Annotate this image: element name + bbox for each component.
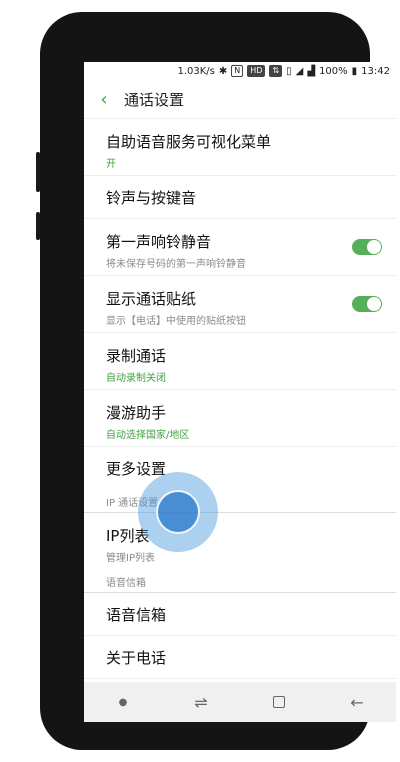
setting-ivr-menu[interactable]: 自助语音服务可视化菜单 开 bbox=[84, 119, 396, 176]
setting-subtitle: 将未保存号码的第一声响铃静音 bbox=[106, 259, 246, 270]
section-header-voicemail: 语音信箱 bbox=[84, 570, 396, 593]
bluetooth-icon: ✱ bbox=[218, 65, 228, 77]
vibrate-icon: ▯ bbox=[286, 65, 292, 77]
setting-title: 漫游助手 bbox=[106, 404, 167, 422]
toggle-knob bbox=[367, 240, 381, 254]
battery-percent: 100% bbox=[319, 65, 348, 77]
setting-title: 更多设置 bbox=[106, 460, 167, 478]
setting-mute-first-ring[interactable]: 第一声响铃静音 将未保存号码的第一声响铃静音 bbox=[84, 219, 396, 276]
setting-subtitle: 自动录制关闭 bbox=[106, 373, 166, 384]
setting-subtitle: 显示【电话】中使用的贴纸按钮 bbox=[106, 316, 246, 327]
setting-subtitle: 管理IP列表 bbox=[106, 553, 155, 564]
clock: 13:42 bbox=[361, 65, 390, 77]
tap-indicator bbox=[138, 472, 218, 552]
dot-icon[interactable]: ● bbox=[103, 697, 143, 708]
nfc-icon: N bbox=[231, 65, 244, 77]
setting-call-stickers[interactable]: 显示通话贴纸 显示【电话】中使用的贴纸按钮 bbox=[84, 276, 396, 333]
setting-ringtones[interactable]: 铃声与按键音 bbox=[84, 176, 396, 219]
network-speed: 1.03K/s bbox=[177, 65, 215, 77]
back-icon[interactable]: ← bbox=[337, 693, 377, 712]
setting-title: 显示通话贴纸 bbox=[106, 290, 197, 308]
toggle-knob bbox=[367, 297, 381, 311]
settings-list: 自助语音服务可视化菜单 开 铃声与按键音 第一声响铃静音 将未保存号码的第一声响… bbox=[84, 119, 396, 679]
volume-button bbox=[36, 152, 40, 192]
recent-apps-icon[interactable]: ⇌ bbox=[181, 693, 221, 712]
navigation-bar: ● ⇌ ← bbox=[84, 682, 396, 722]
setting-roaming-assistant[interactable]: 漫游助手 自动选择国家/地区 bbox=[84, 390, 396, 447]
setting-ip-list[interactable]: IP列表 管理IP列表 bbox=[84, 513, 396, 570]
mute-first-ring-toggle[interactable] bbox=[352, 239, 382, 255]
section-header-ip-calls: IP 通话设置 bbox=[84, 490, 396, 513]
setting-title: 关于电话 bbox=[106, 648, 167, 667]
setting-voicemail[interactable]: 语音信箱 bbox=[84, 593, 396, 636]
setting-title: 铃声与按键音 bbox=[106, 188, 197, 207]
bixby-button bbox=[36, 212, 40, 240]
setting-title: 自助语音服务可视化菜单 bbox=[106, 133, 272, 151]
setting-title: 录制通话 bbox=[106, 347, 167, 365]
setting-about-phone[interactable]: 关于电话 bbox=[84, 636, 396, 679]
tap-indicator-core bbox=[156, 490, 200, 534]
call-stickers-toggle[interactable] bbox=[352, 296, 382, 312]
setting-subtitle: 开 bbox=[106, 159, 116, 170]
signal-icon: ▟ bbox=[307, 65, 316, 77]
setting-record-calls[interactable]: 录制通话 自动录制关闭 bbox=[84, 333, 396, 390]
home-icon[interactable] bbox=[259, 693, 299, 712]
setting-subtitle: 自动选择国家/地区 bbox=[106, 430, 190, 441]
data-icon: ⇅ bbox=[269, 65, 283, 77]
phone-frame: 1.03K/s ✱ N HD ⇅ ▯ ◢ ▟ 100% ▮ 13:42 ‹ 通话… bbox=[36, 12, 396, 750]
back-arrow-icon[interactable]: ‹ bbox=[84, 89, 124, 110]
app-bar: ‹ 通话设置 bbox=[84, 80, 396, 119]
screen: 1.03K/s ✱ N HD ⇅ ▯ ◢ ▟ 100% ▮ 13:42 ‹ 通话… bbox=[84, 62, 396, 722]
setting-title: 语音信箱 bbox=[106, 605, 167, 624]
setting-more-settings[interactable]: 更多设置 bbox=[84, 447, 396, 490]
status-bar: 1.03K/s ✱ N HD ⇅ ▯ ◢ ▟ 100% ▮ 13:42 bbox=[84, 62, 396, 80]
wifi-icon: ◢ bbox=[295, 65, 304, 77]
setting-title: 第一声响铃静音 bbox=[106, 233, 212, 251]
battery-icon: ▮ bbox=[351, 65, 358, 77]
hd-icon: HD bbox=[247, 65, 266, 77]
page-title: 通话设置 bbox=[124, 90, 185, 109]
